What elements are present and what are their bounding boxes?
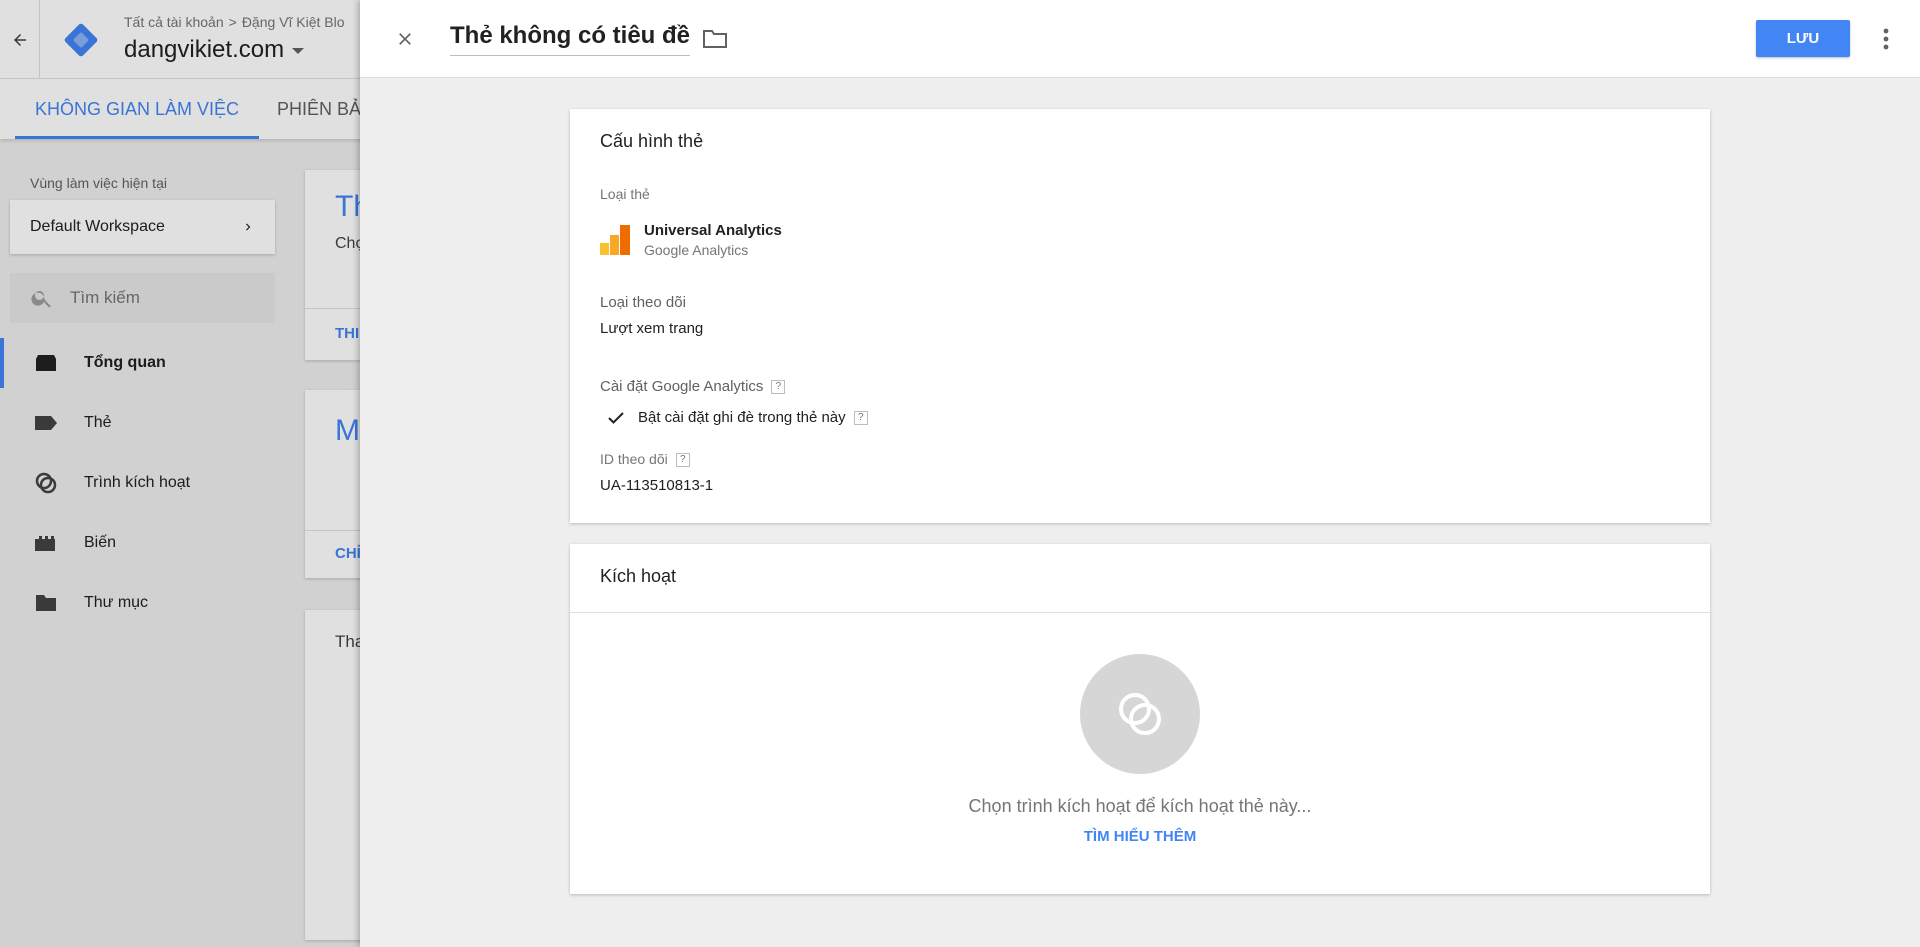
tag-type-name: Universal Analytics [644, 222, 782, 239]
section-divider [570, 612, 1710, 613]
override-settings-checkbox[interactable]: Bật cài đặt ghi đè trong thẻ này? [608, 409, 868, 426]
tracking-id-label: ID theo dõi [600, 451, 668, 467]
close-icon [399, 33, 411, 45]
tag-type-label: Loại thẻ [600, 186, 650, 202]
triggering-empty-text: Chọn trình kích hoạt để kích hoạt thẻ nà… [968, 796, 1312, 816]
editor-header: Thẻ không có tiêu đề LƯU [360, 0, 1920, 78]
tag-editor-panel: Thẻ không có tiêu đề LƯU Cấu hình thẻ Lo… [360, 0, 1920, 947]
more-options-button[interactable] [1874, 22, 1898, 56]
save-button[interactable]: LƯU [1756, 20, 1850, 57]
help-icon[interactable]: ? [853, 410, 868, 425]
modal-scrim[interactable] [0, 0, 360, 947]
section-title: Kích hoạt [600, 566, 677, 586]
track-type-value[interactable]: Lượt xem trang [600, 320, 703, 337]
ga-settings-label: Cài đặt Google Analytics [600, 378, 764, 395]
tag-name-input[interactable]: Thẻ không có tiêu đề [450, 22, 691, 56]
add-trigger-button[interactable] [1080, 654, 1200, 774]
tracking-id-value: UA-113510813-1 [600, 477, 714, 494]
override-label: Bật cài đặt ghi đè trong thẻ này [638, 409, 846, 426]
tag-configuration-panel[interactable]: Cấu hình thẻ Loại thẻ Universal Analytic… [570, 109, 1710, 523]
help-icon[interactable]: ? [771, 380, 786, 395]
folder-button[interactable] [700, 26, 730, 52]
google-analytics-icon [600, 225, 630, 255]
section-title: Cấu hình thẻ [600, 131, 704, 151]
more-vert-icon [1883, 28, 1889, 50]
track-type-label: Loại theo dõi [600, 294, 686, 311]
checkmark-icon [608, 411, 624, 424]
ga-settings-label-row: Cài đặt Google Analytics? [600, 378, 786, 395]
tracking-id-label-row: ID theo dõi? [600, 451, 690, 468]
folder-outline-icon [703, 30, 727, 48]
tag-type-vendor: Google Analytics [644, 242, 749, 258]
trigger-icon [1119, 693, 1161, 735]
tag-type-selection[interactable]: Universal Analytics Google Analytics [600, 222, 782, 258]
close-button[interactable] [390, 24, 420, 54]
help-icon[interactable]: ? [675, 453, 690, 468]
triggering-panel: Kích hoạt Chọn trình kích hoạt để kích h… [570, 544, 1710, 894]
learn-more-link[interactable]: TÌM HIỂU THÊM [570, 828, 1710, 845]
